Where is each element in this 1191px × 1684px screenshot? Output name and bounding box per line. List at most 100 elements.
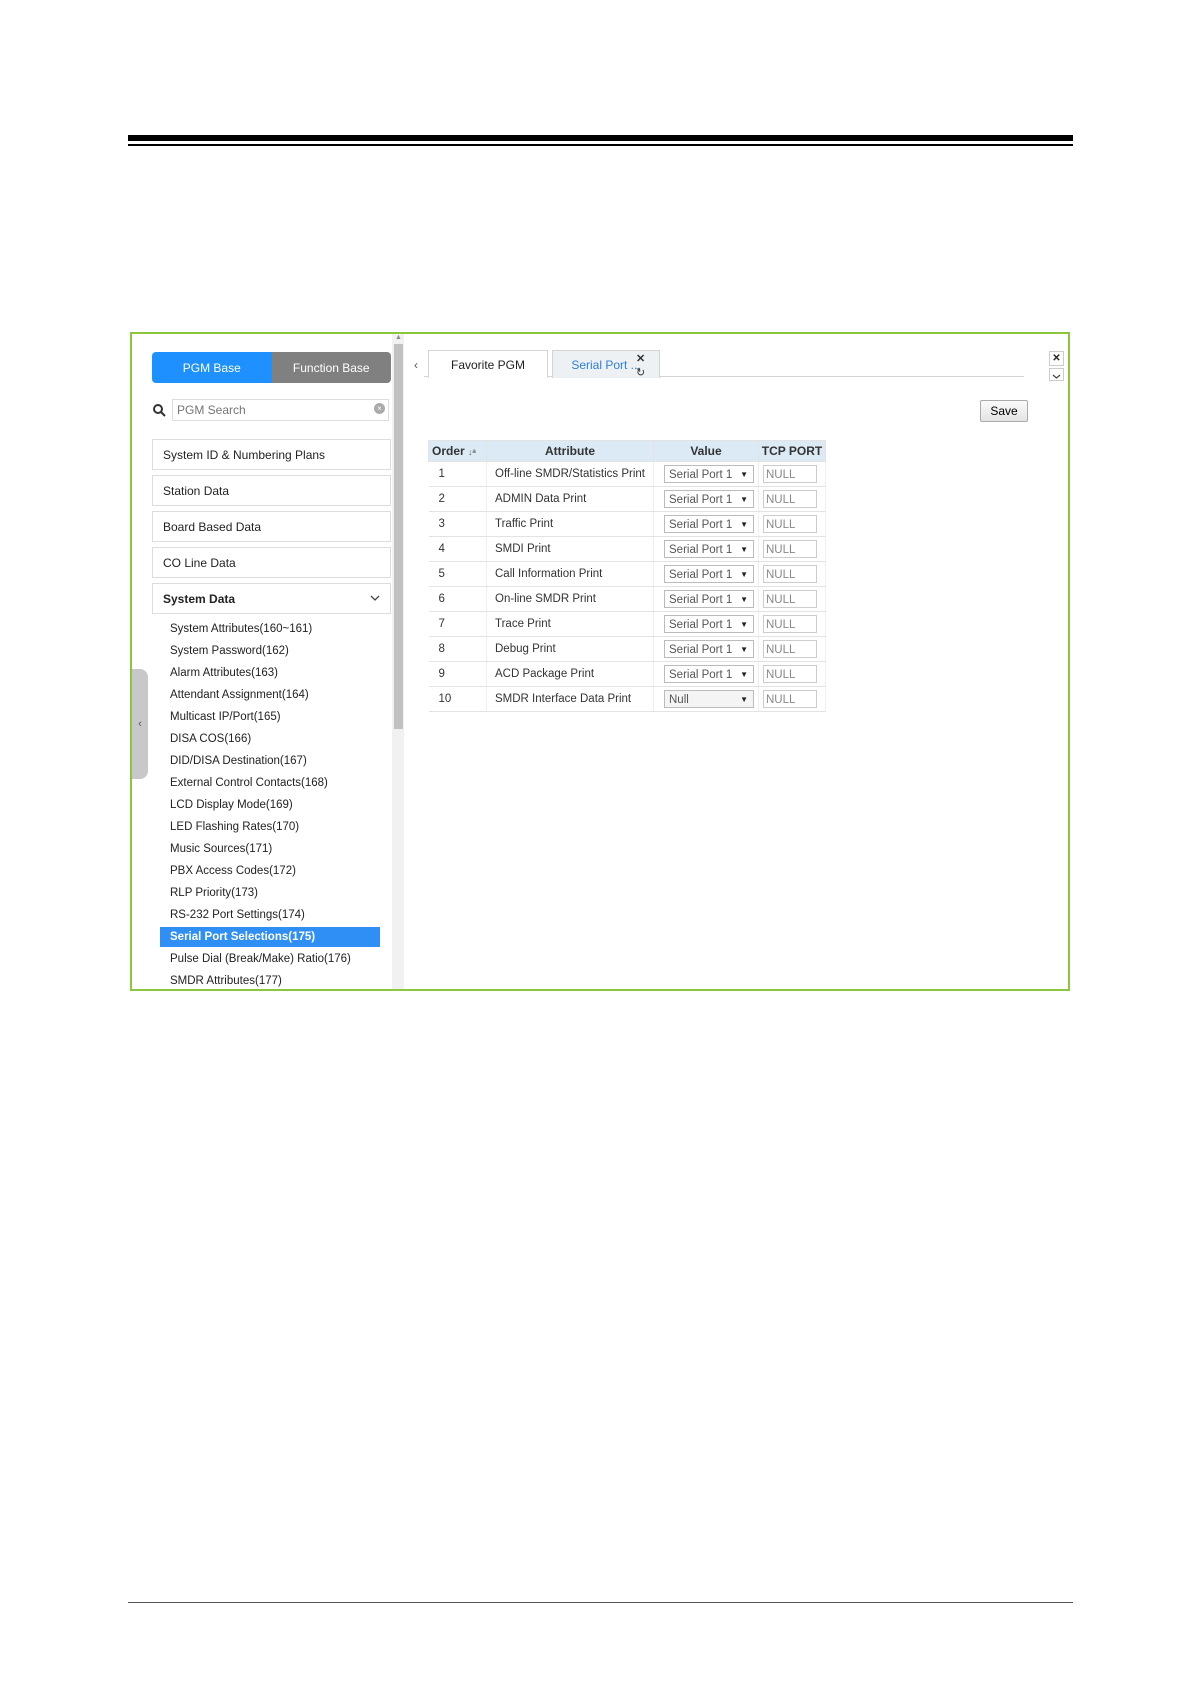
order-cell: 6 bbox=[428, 586, 487, 612]
value-select[interactable]: Null ▼ bbox=[664, 690, 754, 708]
value-selected: Serial Port 1 bbox=[669, 519, 733, 531]
value-cell: Serial Port 1 ▼ bbox=[653, 661, 759, 687]
value-select[interactable]: Serial Port 1 ▼ bbox=[664, 540, 754, 558]
tcp-cell: NULL bbox=[758, 536, 826, 562]
menu-station-data[interactable]: Station Data bbox=[152, 475, 391, 506]
submenu-item[interactable]: SMDR Attributes(177) bbox=[160, 971, 380, 989]
value-cell: Serial Port 1 ▼ bbox=[653, 611, 759, 637]
order-cell: 10 bbox=[428, 686, 487, 712]
attribute-cell: Trace Print bbox=[486, 611, 654, 637]
tcp-port-input[interactable]: NULL bbox=[763, 615, 817, 633]
tcp-port-input[interactable]: NULL bbox=[763, 665, 817, 683]
tab-favorite-pgm[interactable]: Favorite PGM bbox=[428, 350, 548, 378]
value-cell: Serial Port 1 ▼ bbox=[653, 636, 759, 662]
tcp-port-input[interactable]: NULL bbox=[763, 540, 817, 558]
submenu-item[interactable]: LED Flashing Rates(170) bbox=[160, 817, 380, 837]
submenu-item[interactable]: Multicast IP/Port(165) bbox=[160, 707, 380, 727]
order-cell: 8 bbox=[428, 636, 487, 662]
menu-board-based-data[interactable]: Board Based Data bbox=[152, 511, 391, 542]
value-selected: Serial Port 1 bbox=[669, 469, 733, 481]
tcp-cell: NULL bbox=[758, 686, 826, 712]
tcp-port-column-header: TCP PORT bbox=[758, 440, 826, 462]
submenu-item[interactable]: System Attributes(160~161) bbox=[160, 619, 380, 639]
dropdown-arrow-icon: ▼ bbox=[740, 545, 748, 554]
scroll-up-arrow-icon[interactable]: ▲ bbox=[394, 334, 403, 342]
value-selected: Serial Port 1 bbox=[669, 644, 733, 656]
table-row: 9 ACD Package Print Serial Port 1 ▼ NULL bbox=[428, 661, 826, 687]
menu-label: System ID & Numbering Plans bbox=[163, 447, 326, 462]
function-base-button[interactable]: Function Base bbox=[271, 352, 391, 383]
tcp-cell: NULL bbox=[758, 636, 826, 662]
submenu-item[interactable]: Music Sources(171) bbox=[160, 839, 380, 859]
scrollbar-thumb[interactable] bbox=[394, 344, 403, 729]
value-select[interactable]: Serial Port 1 ▼ bbox=[664, 615, 754, 633]
submenu-item[interactable]: DISA COS(166) bbox=[160, 729, 380, 749]
submenu-item[interactable]: Alarm Attributes(163) bbox=[160, 663, 380, 683]
close-icon[interactable]: ✕ bbox=[1049, 351, 1064, 366]
submenu-item[interactable]: Pulse Dial (Break/Make) Ratio(176) bbox=[160, 949, 380, 969]
submenu-item[interactable]: LCD Display Mode(169) bbox=[160, 795, 380, 815]
submenu-item[interactable]: System Password(162) bbox=[160, 641, 380, 661]
tcp-port-input[interactable]: NULL bbox=[763, 515, 817, 533]
table-row: 1 Off-line SMDR/Statistics Print Serial … bbox=[428, 461, 826, 487]
value-selected: Serial Port 1 bbox=[669, 594, 733, 606]
menu-label: Station Data bbox=[163, 483, 230, 498]
value-selected: Serial Port 1 bbox=[669, 669, 733, 681]
dropdown-arrow-icon: ▼ bbox=[740, 570, 748, 579]
tcp-port-input[interactable]: NULL bbox=[763, 690, 817, 708]
pgm-base-button[interactable]: PGM Base bbox=[152, 352, 272, 383]
submenu-item-active[interactable]: Serial Port Selections(175) bbox=[160, 927, 380, 947]
value-select[interactable]: Serial Port 1 ▼ bbox=[664, 465, 754, 483]
tab-scroll-left-icon[interactable]: ‹ bbox=[414, 358, 418, 372]
serial-port-table: Order ↓ᵃ Attribute Value TCP PORT 1 Off-… bbox=[428, 440, 826, 712]
tcp-port-input[interactable]: NULL bbox=[763, 640, 817, 658]
order-column-header[interactable]: Order ↓ᵃ bbox=[428, 440, 487, 462]
refresh-icon[interactable]: ↻ bbox=[636, 366, 645, 379]
tcp-cell: NULL bbox=[758, 561, 826, 587]
submenu-item[interactable]: PBX Access Codes(172) bbox=[160, 861, 380, 881]
value-cell: Serial Port 1 ▼ bbox=[653, 511, 759, 537]
value-cell: Serial Port 1 ▼ bbox=[653, 461, 759, 487]
table-row: 7 Trace Print Serial Port 1 ▼ NULL bbox=[428, 611, 826, 637]
value-select[interactable]: Serial Port 1 ▼ bbox=[664, 515, 754, 533]
order-cell: 7 bbox=[428, 611, 487, 637]
tcp-port-input[interactable]: NULL bbox=[763, 490, 817, 508]
tcp-port-input[interactable]: NULL bbox=[763, 590, 817, 608]
value-select[interactable]: Serial Port 1 ▼ bbox=[664, 590, 754, 608]
table-row: 2 ADMIN Data Print Serial Port 1 ▼ NULL bbox=[428, 486, 826, 512]
submenu-item[interactable]: Attendant Assignment(164) bbox=[160, 685, 380, 705]
table-row: 4 SMDI Print Serial Port 1 ▼ NULL bbox=[428, 536, 826, 562]
menu-label: CO Line Data bbox=[163, 555, 236, 570]
value-cell: Serial Port 1 ▼ bbox=[653, 536, 759, 562]
submenu-item[interactable]: RLP Priority(173) bbox=[160, 883, 380, 903]
collapse-panel-handle[interactable]: ‹ bbox=[132, 669, 148, 779]
submenu-item[interactable]: RS-232 Port Settings(174) bbox=[160, 905, 380, 925]
page-footer-rule bbox=[128, 1602, 1073, 1603]
value-cell: Null ▼ bbox=[653, 686, 759, 712]
dropdown-arrow-icon: ▼ bbox=[740, 695, 748, 704]
value-select[interactable]: Serial Port 1 ▼ bbox=[664, 640, 754, 658]
content-panel: ‹ Favorite PGM Serial Port ... ✕ ↻ ✕ Sav… bbox=[404, 334, 1068, 989]
submenu-item[interactable]: External Control Contacts(168) bbox=[160, 773, 380, 793]
table-row: 6 On-line SMDR Print Serial Port 1 ▼ NULL bbox=[428, 586, 826, 612]
save-button[interactable]: Save bbox=[980, 400, 1028, 422]
tcp-cell: NULL bbox=[758, 611, 826, 637]
submenu-item[interactable]: DID/DISA Destination(167) bbox=[160, 751, 380, 771]
menu-system-id-numbering-plans[interactable]: System ID & Numbering Plans bbox=[152, 439, 391, 470]
attribute-cell: ADMIN Data Print bbox=[486, 486, 654, 512]
value-selected: Serial Port 1 bbox=[669, 494, 733, 506]
chevron-down-icon[interactable] bbox=[1049, 368, 1064, 381]
value-select[interactable]: Serial Port 1 ▼ bbox=[664, 665, 754, 683]
close-tab-icon[interactable]: ✕ bbox=[636, 352, 645, 365]
tcp-port-input[interactable]: NULL bbox=[763, 565, 817, 583]
value-select[interactable]: Serial Port 1 ▼ bbox=[664, 565, 754, 583]
value-select[interactable]: Serial Port 1 ▼ bbox=[664, 490, 754, 508]
tcp-cell: NULL bbox=[758, 586, 826, 612]
dropdown-arrow-icon: ▼ bbox=[740, 520, 748, 529]
pgm-search-input[interactable] bbox=[172, 399, 389, 421]
sort-icon[interactable]: ↓ᵃ bbox=[468, 447, 476, 457]
menu-co-line-data[interactable]: CO Line Data bbox=[152, 547, 391, 578]
tcp-port-input[interactable]: NULL bbox=[763, 465, 817, 483]
search-row: × bbox=[152, 399, 391, 423]
clear-search-icon[interactable]: × bbox=[374, 403, 385, 414]
